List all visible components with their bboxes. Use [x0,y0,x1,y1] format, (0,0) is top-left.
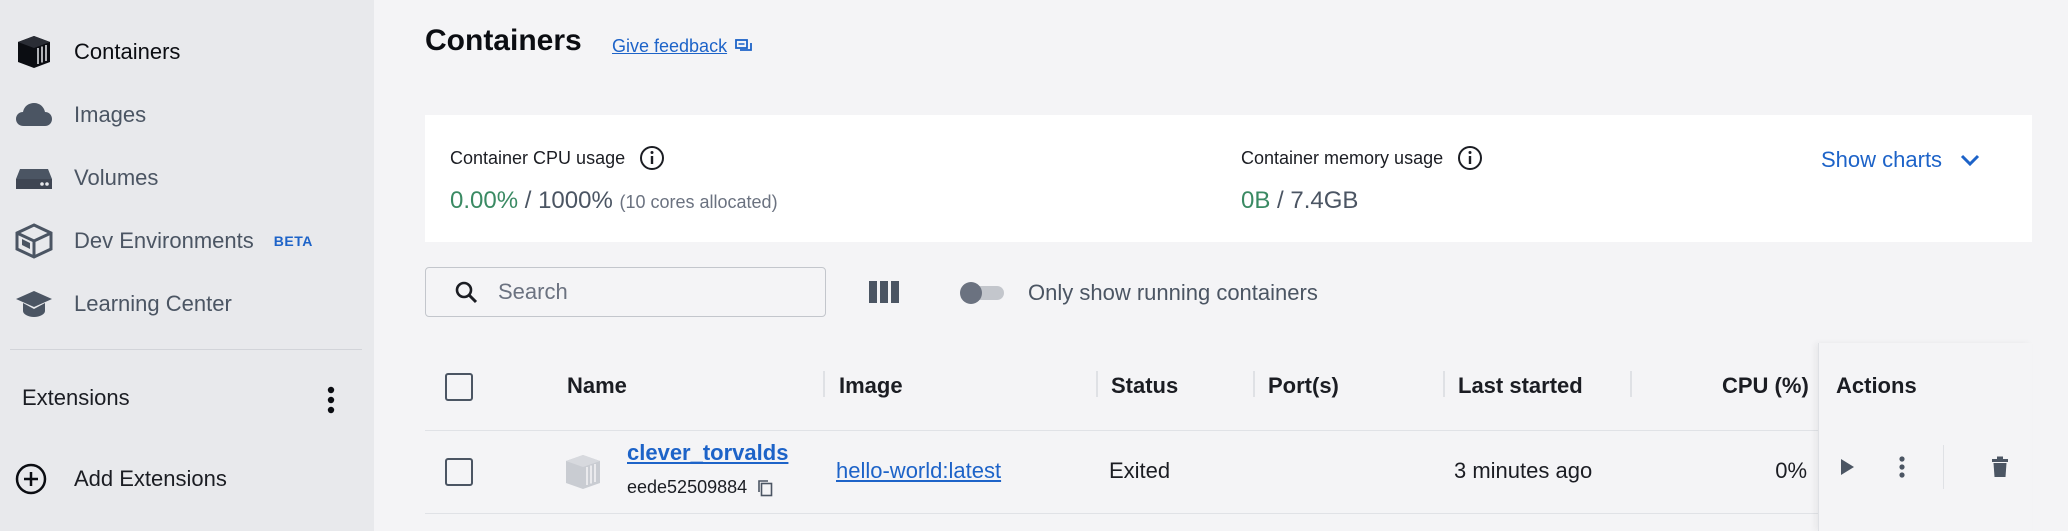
main-content: Containers Give feedback Container CPU u… [374,0,2068,531]
info-icon[interactable] [639,145,665,171]
copy-icon[interactable] [757,479,773,497]
column-separator [1096,371,1098,397]
sidebar-item-label: Volumes [74,165,159,190]
sidebar-divider [10,349,362,350]
column-separator [1630,371,1632,397]
delete-button[interactable] [1982,449,2018,485]
memory-used: 0B [1241,187,1271,214]
column-separator [823,371,825,397]
give-feedback-link[interactable]: Give feedback [612,36,753,57]
table-row[interactable]: clever_torvalds eede52509884 hello-world… [425,431,2032,514]
container-name-link[interactable]: clever_torvalds [627,440,788,466]
sidebar-item-images[interactable]: Images [14,90,146,140]
column-header-actions: Actions [1836,373,1917,398]
column-separator [1253,371,1255,397]
sidebar-item-label: Learning Center [74,291,232,316]
column-header-ports[interactable]: Port(s) [1268,373,1339,399]
table-header: Name Image Status Port(s) Last started C… [425,343,2032,431]
column-header-cpu[interactable]: CPU (%) [1722,373,1809,399]
page-title: Containers [425,24,582,57]
row-checkbox[interactable] [445,458,473,486]
sidebar-item-containers[interactable]: Containers [14,27,180,77]
column-header-name[interactable]: Name [567,373,627,399]
sidebar-item-label: Images [74,102,147,127]
show-charts-label: Show charts [1821,147,1943,172]
extensions-menu-button[interactable] [320,384,342,416]
search-icon [454,280,478,304]
actions-separator [1943,445,1944,489]
add-circle-icon [14,459,58,499]
add-extensions-button[interactable]: Add Extensions [14,454,227,504]
sidebar: Containers Images Volumes Dev Environmen… [0,0,374,531]
volume-drive-icon [14,158,58,198]
cpu-usage-value: 0.00% / 1000% (10 cores allocated) [450,187,778,215]
containers-table: Name Image Status Port(s) Last started C… [425,343,2032,531]
dev-env-cube-icon [14,221,58,261]
column-header-image[interactable]: Image [839,373,903,399]
give-feedback-label: Give feedback [612,36,728,56]
more-actions-button[interactable] [1884,449,1920,485]
column-settings-button[interactable] [867,277,901,307]
chevron-down-icon [1960,154,1980,166]
play-icon [1841,459,1854,475]
search-input[interactable] [498,279,798,305]
trash-icon [1992,456,2008,477]
cpu-usage-label-text: Container CPU usage [450,147,626,168]
container-status-icon [563,453,603,496]
status-text: Exited [1109,458,1171,483]
feedback-chat-icon [735,38,753,55]
beta-badge: BETA [273,233,313,249]
container-icon [14,32,58,72]
columns-icon [869,281,899,303]
sidebar-item-label: Dev Environments [74,228,254,253]
container-id: eede52509884 [627,477,773,498]
column-header-last-started[interactable]: Last started [1458,373,1583,399]
info-icon[interactable] [1457,145,1483,171]
column-header-status[interactable]: Status [1111,373,1178,399]
image-link[interactable]: hello-world:latest [836,458,1001,484]
running-only-label: Only show running containers [1028,280,1318,305]
cpu-separator: / [518,187,539,214]
search-box [425,267,826,317]
usage-stats-card: Container CPU usage 0.00% / 1000% (10 co… [425,115,2032,242]
cpu-usage-label: Container CPU usage [450,145,665,171]
sidebar-item-dev-environments[interactable]: Dev Environments BETA [14,216,313,266]
sidebar-item-volumes[interactable]: Volumes [14,153,158,203]
cpu-cores-note: (10 cores allocated) [619,192,778,212]
memory-usage-value: 0B / 7.4GB [1241,187,1358,215]
actions-column: Actions [1818,343,2032,531]
sidebar-item-label: Containers [74,39,181,64]
add-extensions-label: Add Extensions [74,466,227,491]
cpu-text: 0% [1775,458,1807,483]
start-button[interactable] [1829,449,1865,485]
more-vertical-icon [1899,456,1905,478]
container-id-text: eede52509884 [627,477,748,497]
toggle-knob [960,282,982,304]
more-vertical-icon [327,386,335,414]
memory-usage-label: Container memory usage [1241,145,1483,171]
show-charts-button[interactable]: Show charts [1821,147,1980,173]
select-all-checkbox[interactable] [445,373,473,401]
sidebar-item-learning-center[interactable]: Learning Center [14,279,232,329]
cloud-icon [14,95,58,135]
memory-separator: / [1270,187,1291,214]
memory-usage-label-text: Container memory usage [1241,147,1444,168]
column-separator [1443,371,1445,397]
graduation-cap-icon [14,284,58,324]
cpu-total: 1000% [538,187,613,214]
running-only-toggle[interactable] [958,280,1008,304]
last-started-text: 3 minutes ago [1454,458,1593,483]
extensions-heading: Extensions [22,385,130,410]
memory-total: 7.4GB [1290,187,1359,214]
cpu-used: 0.00% [450,187,519,214]
